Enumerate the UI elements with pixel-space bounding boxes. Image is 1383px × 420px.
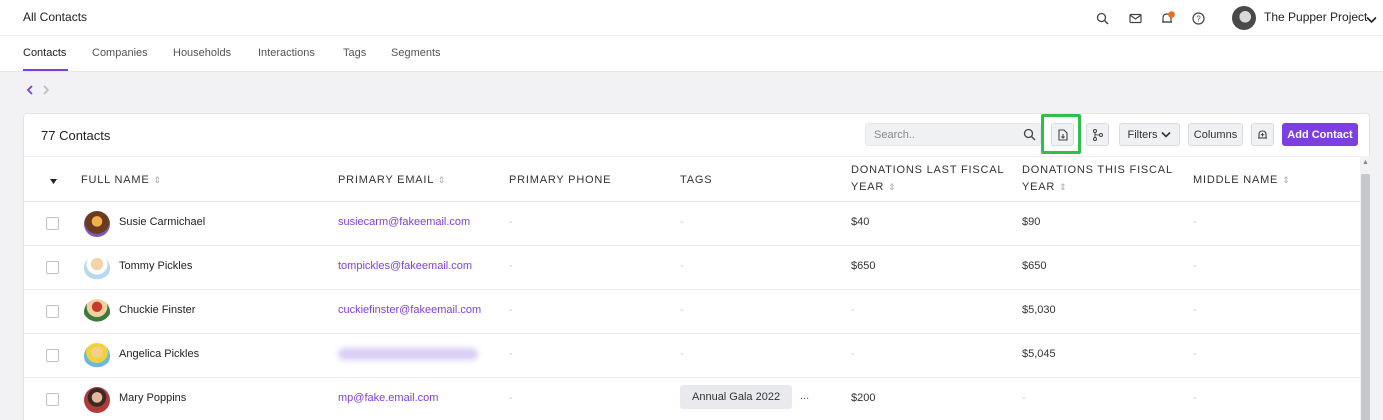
col-full-name[interactable]: FULL NAME ⇕ xyxy=(81,172,161,189)
chevron-down-icon[interactable] xyxy=(1366,11,1377,29)
contacts-card: 77 Contacts Filters Columns Add Contact … xyxy=(23,113,1371,420)
contact-name[interactable]: Susie Carmichael xyxy=(119,216,205,228)
scroll-up-icon[interactable]: ▲ xyxy=(1361,159,1370,166)
avatar xyxy=(84,299,110,325)
file-export-icon xyxy=(1057,128,1068,141)
avatar[interactable] xyxy=(1232,6,1256,30)
col-primary-email[interactable]: PRIMARY EMAIL ⇕ xyxy=(338,172,445,189)
active-tab-indicator xyxy=(23,69,68,71)
col-primary-phone[interactable]: PRIMARY PHONE xyxy=(509,172,611,189)
tab-companies[interactable]: Companies xyxy=(92,47,148,59)
forward-arrow-icon[interactable] xyxy=(42,84,50,98)
add-contact-button[interactable]: Add Contact xyxy=(1282,123,1358,146)
avatar xyxy=(84,343,110,369)
col-donations-last[interactable]: DONATIONS LAST FISCAL YEAR ⇕ xyxy=(851,162,1004,196)
tab-interactions[interactable]: Interactions xyxy=(258,47,315,59)
sort-icon: ⇕ xyxy=(1282,175,1290,185)
tag-chip[interactable]: Annual Gala 2022 xyxy=(680,385,793,409)
table-scrollbar[interactable]: ▲ xyxy=(1360,156,1371,420)
tab-segments[interactable]: Segments xyxy=(391,47,441,59)
select-all-caret-icon[interactable] xyxy=(50,173,57,190)
contact-name[interactable]: Angelica Pickles xyxy=(119,348,199,360)
contact-name[interactable]: Mary Poppins xyxy=(119,392,186,404)
more-tags[interactable]: ... xyxy=(800,390,809,402)
row-checkbox[interactable] xyxy=(46,261,59,274)
bell-icon[interactable] xyxy=(1159,9,1177,27)
row-checkbox[interactable] xyxy=(46,393,59,406)
help-icon[interactable]: ? xyxy=(1189,9,1207,27)
contact-name[interactable]: Tommy Pickles xyxy=(119,260,192,272)
tab-tags[interactable]: Tags xyxy=(343,47,366,59)
search-input[interactable] xyxy=(874,128,1014,142)
contact-name[interactable]: Chuckie Finster xyxy=(119,304,195,316)
sort-icon: ⇕ xyxy=(437,175,446,185)
bell-plus-icon xyxy=(1258,129,1267,139)
sort-icon: ⇕ xyxy=(153,175,161,185)
top-bar: All Contacts ? The Pupper Project xyxy=(0,0,1383,36)
svg-text:?: ? xyxy=(1196,14,1201,23)
row-checkbox[interactable] xyxy=(46,217,59,230)
contact-email[interactable]: cuckiefinster@fakeemail.com xyxy=(338,304,481,316)
col-donations-this[interactable]: DONATIONS THIS FISCAL YEAR ⇕ xyxy=(1022,162,1173,196)
export-button[interactable] xyxy=(1051,123,1074,146)
table-row[interactable]: Mary Poppins mp@fake.email.com - Annual … xyxy=(24,378,1360,420)
search-icon[interactable] xyxy=(1093,9,1111,27)
notify-button[interactable] xyxy=(1251,123,1274,146)
scroll-thumb[interactable] xyxy=(1361,174,1370,420)
col-tags[interactable]: TAGS xyxy=(680,172,712,189)
tab-households[interactable]: Households xyxy=(173,47,231,59)
avatar xyxy=(84,387,110,413)
sort-icon: ⇕ xyxy=(888,182,896,192)
contact-email[interactable]: susiecarm@fakeemail.com xyxy=(338,216,470,228)
col-middle-name[interactable]: MIDDLE NAME ⇕ xyxy=(1193,172,1290,189)
org-name[interactable]: The Pupper Project xyxy=(1264,10,1367,24)
search-box[interactable] xyxy=(865,123,1041,146)
avatar xyxy=(84,211,110,237)
row-checkbox[interactable] xyxy=(46,305,59,318)
search-icon[interactable] xyxy=(1023,128,1036,146)
filters-button[interactable]: Filters xyxy=(1119,123,1180,146)
back-arrow-icon[interactable] xyxy=(26,84,34,98)
page-title: All Contacts xyxy=(23,10,88,24)
mail-icon[interactable] xyxy=(1126,9,1144,27)
merge-icon xyxy=(1092,128,1103,141)
contact-email[interactable]: mp@fake.email.com xyxy=(338,392,438,404)
table-row[interactable]: Susie Carmichael susiecarm@fakeemail.com… xyxy=(24,202,1360,246)
row-checkbox[interactable] xyxy=(46,349,59,362)
tab-contacts[interactable]: Contacts xyxy=(23,47,66,59)
columns-label: Columns xyxy=(1193,128,1238,141)
filters-label: Filters xyxy=(1127,128,1158,141)
avatar xyxy=(84,255,110,281)
table-row[interactable]: Chuckie Finster cuckiefinster@fakeemail.… xyxy=(24,290,1360,334)
sort-icon: ⇕ xyxy=(1059,182,1067,192)
chevron-down-icon xyxy=(1161,131,1172,138)
tab-bar: Contacts Companies Households Interactio… xyxy=(0,36,1383,72)
table-row[interactable]: Angelica Pickles - - - $5,045 - xyxy=(24,334,1360,378)
redacted-email xyxy=(338,348,478,360)
columns-button[interactable]: Columns xyxy=(1188,123,1243,146)
table-header: FULL NAME ⇕ PRIMARY EMAIL ⇕ PRIMARY PHON… xyxy=(24,156,1360,202)
contact-email[interactable]: tompickles@fakeemail.com xyxy=(338,260,472,272)
contacts-count: 77 Contacts xyxy=(41,128,111,143)
table-row[interactable]: Tommy Pickles tompickles@fakeemail.com -… xyxy=(24,246,1360,290)
merge-button[interactable] xyxy=(1086,123,1109,146)
